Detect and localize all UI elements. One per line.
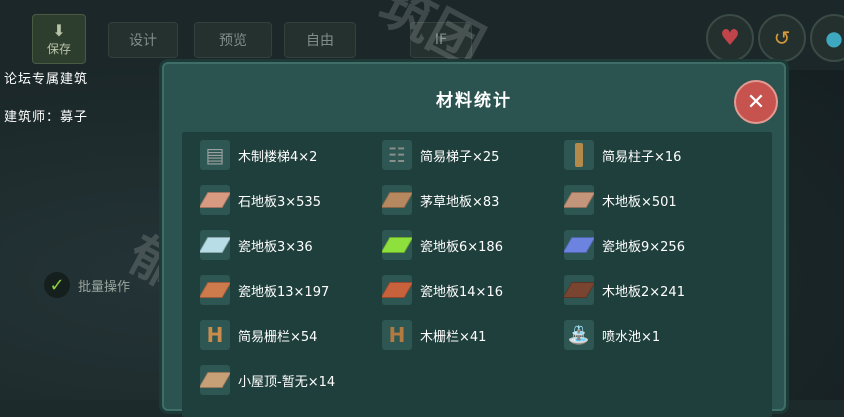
- arm-button[interactable]: ↺: [758, 14, 806, 62]
- heart-button[interactable]: ♥: [706, 14, 754, 62]
- material-item: 瓷地板13×197: [200, 275, 329, 305]
- arm-icon: ↺: [773, 26, 791, 50]
- material-label: 茅草地板×83: [420, 194, 500, 210]
- fence-icon: H: [200, 320, 230, 350]
- heart-icon: ♥: [720, 25, 740, 51]
- material-item: 瓷地板14×16: [382, 275, 503, 305]
- dialog-title: 材料统计: [436, 91, 512, 111]
- roof-icon: [200, 365, 230, 395]
- stone-floor-icon: [200, 185, 230, 215]
- tab-label: 设计: [129, 33, 157, 49]
- tab-free[interactable]: 自由: [284, 22, 356, 58]
- tile-floor-icon: [382, 275, 412, 305]
- tab-label: IF: [434, 32, 448, 48]
- material-label: 简易梯子×25: [420, 149, 500, 165]
- save-label: 保存: [46, 42, 71, 56]
- material-label: 简易柱子×16: [602, 149, 682, 165]
- material-item: 瓷地板3×36: [200, 230, 313, 260]
- material-item: 简易柱子×16: [564, 140, 681, 170]
- material-label: 瓷地板9×256: [602, 239, 685, 255]
- fountain-icon: ⛲: [564, 320, 594, 350]
- material-label: 木地板2×241: [602, 284, 685, 300]
- tile-floor-icon: [200, 275, 230, 305]
- material-label: 小屋顶-暂无×14: [238, 374, 336, 390]
- material-item: H 木栅栏×41: [382, 320, 486, 350]
- tile-floor-icon: [200, 230, 230, 260]
- pillar-icon: [564, 140, 594, 170]
- material-label: 石地板3×535: [238, 194, 321, 210]
- wood-floor-icon: [564, 275, 594, 305]
- fence-icon: H: [382, 320, 412, 350]
- tile-floor-icon: [382, 230, 412, 260]
- tab-label: 自由: [306, 33, 334, 49]
- material-stats-dialog: 材料统计 ✕ ▤ 木制楼梯4×2 ☷ 简易梯子×25 简易柱子×16 石地板3×535 茅草…: [162, 62, 786, 417]
- material-item: 茅草地板×83: [382, 185, 499, 215]
- material-label: 瓷地板14×16: [420, 284, 503, 300]
- save-button[interactable]: ⬇ 保存: [32, 14, 86, 64]
- tile-floor-icon: [564, 230, 594, 260]
- builder-label: 建筑师：募子: [4, 110, 89, 125]
- material-label: 简易栅栏×54: [238, 329, 318, 345]
- tab-preview[interactable]: 预览: [194, 22, 272, 58]
- thatch-floor-icon: [382, 185, 412, 215]
- material-label: 木制楼梯4×2: [238, 149, 318, 165]
- tab-label: 预览: [219, 33, 247, 49]
- material-label: 瓷地板3×36: [238, 239, 313, 255]
- check-icon: ✓: [44, 272, 70, 298]
- wood-floor-icon: [564, 185, 594, 215]
- tab-design[interactable]: 设计: [108, 22, 178, 58]
- batch-label: 批量操作: [78, 279, 131, 295]
- material-label: 木栅栏×41: [420, 329, 487, 345]
- material-item: 石地板3×535: [200, 185, 321, 215]
- material-item: ⛲ 喷水池×1: [564, 320, 660, 350]
- water-drop-icon: ●: [825, 26, 843, 50]
- download-icon: ⬇: [52, 21, 66, 40]
- close-button[interactable]: ✕: [734, 80, 778, 124]
- material-item: 木地板2×241: [564, 275, 685, 305]
- tab-if[interactable]: IF: [410, 22, 472, 58]
- material-item: H 简易栅栏×54: [200, 320, 317, 350]
- stairs-icon: ▤: [200, 140, 230, 170]
- material-label: 瓷地板6×186: [420, 239, 503, 255]
- material-label: 木地板×501: [602, 194, 677, 210]
- ladder-icon: ☷: [382, 140, 412, 170]
- close-icon: ✕: [746, 89, 766, 115]
- material-item: 瓷地板9×256: [564, 230, 685, 260]
- material-label: 喷水池×1: [602, 329, 661, 345]
- material-label: 瓷地板13×197: [238, 284, 330, 300]
- forum-label: 论坛专属建筑: [4, 72, 89, 87]
- material-item: 瓷地板6×186: [382, 230, 503, 260]
- batch-operation-toggle[interactable]: ✓ 批量操作: [44, 272, 130, 298]
- material-item: 小屋顶-暂无×14: [200, 365, 335, 395]
- material-item: ☷ 简易梯子×25: [382, 140, 499, 170]
- materials-grid: ▤ 木制楼梯4×2 ☷ 简易梯子×25 简易柱子×16 石地板3×535 茅草地板×83 木地…: [182, 132, 772, 417]
- material-item: 木地板×501: [564, 185, 677, 215]
- material-item: ▤ 木制楼梯4×2: [200, 140, 317, 170]
